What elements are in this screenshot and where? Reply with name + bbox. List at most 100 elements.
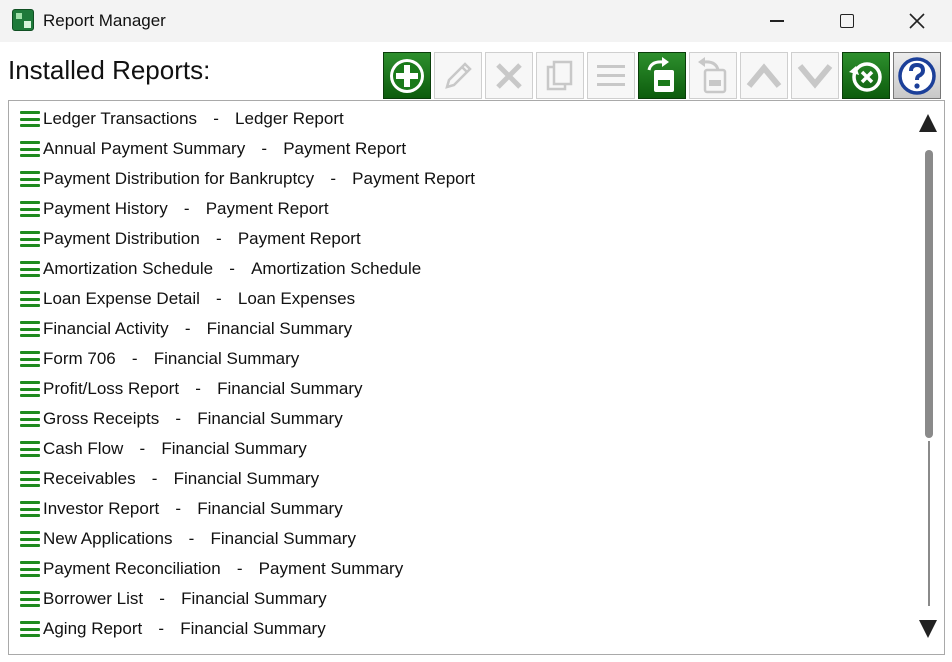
copy-report-button[interactable] (536, 52, 584, 99)
report-list-item[interactable]: Amortization Schedule - Amortization Sched… (9, 254, 914, 284)
report-name: Payment Distribution (43, 229, 200, 248)
report-separator: - (261, 139, 268, 158)
report-type: Loan Expenses (237, 289, 356, 308)
report-separator: - (183, 199, 190, 218)
report-name: Profit/Loss Report (43, 379, 180, 398)
drag-handle-icon[interactable] (20, 261, 40, 277)
export-arrow-icon (698, 56, 727, 93)
report-type: Payment Summary (258, 559, 404, 578)
report-type: Financial Summary (153, 349, 300, 368)
drag-handle-icon[interactable] (20, 531, 40, 547)
report-list-item[interactable]: Ledger Transactions - Ledger Report (9, 104, 914, 134)
report-list-item[interactable]: Cash Flow - Financial Summary (9, 434, 914, 464)
drag-handle-icon[interactable] (20, 291, 40, 307)
x-icon (496, 62, 522, 89)
report-type: Financial Summary (180, 619, 326, 638)
delete-report-button[interactable] (485, 52, 533, 99)
report-list-item[interactable]: Loan Expense Detail - Loan Expenses (9, 284, 914, 314)
import-report-button[interactable] (638, 52, 686, 99)
maximize-button[interactable] (812, 0, 882, 42)
report-list-container: Ledger Transactions - Ledger Report Annual … (9, 104, 914, 644)
close-icon (909, 13, 925, 29)
drag-handle-icon[interactable] (20, 441, 40, 457)
report-list-item[interactable]: Investor Report - Financial Summary (9, 494, 914, 524)
report-separator: - (330, 169, 336, 188)
drag-handle-icon[interactable] (20, 321, 40, 337)
report-separator: - (216, 289, 222, 308)
drag-handle-icon[interactable] (20, 231, 40, 247)
drag-handle-icon[interactable] (20, 381, 40, 397)
vertical-scrollbar[interactable] (912, 101, 944, 654)
installed-reports-list[interactable]: Ledger Transactions - Ledger Report Annual … (8, 100, 945, 655)
scroll-up-arrow-icon[interactable] (919, 114, 937, 132)
report-type: Ledger Report (235, 109, 344, 128)
drag-handle-icon[interactable] (20, 171, 40, 187)
properties-button[interactable] (587, 52, 635, 99)
drag-handle-icon[interactable] (20, 501, 40, 517)
report-list-item[interactable]: Gross Receipts - Financial Summary (9, 404, 914, 434)
scroll-down-arrow-icon[interactable] (919, 620, 937, 638)
report-list-item[interactable]: Receivables - Financial Summary (9, 464, 914, 494)
report-list-item[interactable]: Borrower List - Financial Summary (9, 584, 914, 614)
report-list-item[interactable]: Form 706- Financial Summary (9, 344, 914, 374)
report-list-item[interactable]: Payment Distribution - Payment Report (9, 224, 914, 254)
drag-handle-icon[interactable] (20, 111, 40, 127)
report-name: Amortization Schedule (43, 259, 214, 278)
report-list-item[interactable]: Aging Report - Financial Summary (9, 614, 914, 644)
restore-defaults-button[interactable] (842, 52, 890, 99)
report-type: Payment Report (237, 229, 361, 248)
report-list-item[interactable]: Payment Distribution for Bankruptcy - Paym… (9, 164, 914, 194)
drag-handle-icon[interactable] (20, 411, 40, 427)
report-separator: - (213, 109, 219, 128)
edit-report-button[interactable] (434, 52, 482, 99)
drag-handle-icon[interactable] (20, 621, 40, 637)
plus-circle-icon (390, 58, 424, 93)
drag-handle-icon[interactable] (20, 201, 40, 217)
report-name: Investor Report (43, 499, 160, 518)
report-name: Cash Flow (43, 439, 124, 458)
move-up-button[interactable] (740, 52, 788, 99)
close-button[interactable] (882, 0, 952, 42)
chevron-up-icon (746, 62, 782, 88)
minimize-button[interactable] (742, 0, 812, 42)
report-type: Financial Summary (206, 319, 353, 338)
report-name: Payment Distribution for Bankruptcy (43, 169, 315, 188)
report-type: Financial Summary (217, 379, 363, 398)
report-type: Financial Summary (161, 439, 307, 458)
add-report-button[interactable] (383, 52, 431, 99)
help-button[interactable] (893, 52, 941, 99)
report-name: New Applications (43, 529, 173, 548)
report-list-item[interactable]: Payment Reconciliation - Payment Summary (9, 554, 914, 584)
drag-handle-icon[interactable] (20, 561, 40, 577)
report-name: Gross Receipts (43, 409, 160, 428)
drag-handle-icon[interactable] (20, 471, 40, 487)
report-type: Financial Summary (197, 409, 343, 428)
report-name: Borrower List (43, 589, 144, 608)
report-separator: - (229, 259, 235, 278)
report-name: Aging Report (43, 619, 143, 638)
copy-icon (546, 60, 573, 90)
export-report-button[interactable] (689, 52, 737, 99)
installed-reports-label: Installed Reports: (8, 55, 211, 85)
move-down-button[interactable] (791, 52, 839, 99)
drag-handle-icon[interactable] (20, 351, 40, 367)
report-list-item[interactable]: New Applications - Financial Summary (9, 524, 914, 554)
question-mark-icon (898, 56, 936, 95)
drag-handle-icon[interactable] (20, 591, 40, 607)
spreadsheet-app-icon (12, 9, 34, 31)
report-list-item[interactable]: Annual Payment Summary - Payment Report (9, 134, 914, 164)
report-separator: - (195, 379, 201, 398)
drag-handle-icon[interactable] (20, 141, 40, 157)
report-list-item[interactable]: Financial Activity - Financial Summary (9, 314, 914, 344)
lines-icon (597, 64, 625, 86)
scrollbar-thumb[interactable] (925, 150, 933, 438)
report-list-item[interactable]: Payment History - Payment Report (9, 194, 914, 224)
report-list-item[interactable]: Profit/Loss Report - Financial Summary (9, 374, 914, 404)
report-name: Annual Payment Summary (43, 139, 246, 158)
scrollbar-track[interactable] (928, 441, 930, 606)
report-name: Payment Reconciliation (43, 559, 221, 578)
window-title: Report Manager (43, 11, 166, 30)
restore-icon (849, 61, 882, 92)
report-type: Amortization Schedule (251, 259, 422, 278)
report-separator: - (175, 499, 182, 518)
